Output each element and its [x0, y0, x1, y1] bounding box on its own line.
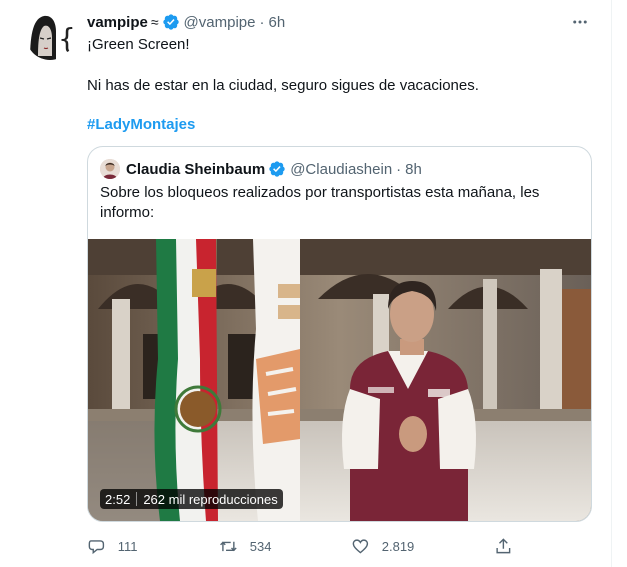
- name-emoji: ≈: [150, 14, 159, 30]
- reply-icon: [88, 539, 105, 554]
- timestamp[interactable]: 6h: [268, 14, 285, 31]
- heart-icon: [352, 539, 369, 554]
- separator-dot: ·: [259, 13, 265, 31]
- video-thumbnail: [88, 239, 591, 521]
- share-icon: [496, 537, 511, 553]
- quoted-tweet-header: Claudia Sheinbaum @Claudiashein · 8h: [100, 159, 422, 179]
- video-duration: 2:52: [105, 491, 131, 507]
- tweet[interactable]: { vampipe ≈ @vampipe · 6h ¡Green Screen!…: [0, 0, 612, 567]
- like-button[interactable]: 2.819: [351, 534, 414, 558]
- verified-badge-icon: [269, 161, 285, 177]
- reply-button[interactable]: 111: [87, 534, 138, 558]
- reply-count: 111: [117, 538, 138, 554]
- video-info-badge: 2:52 262 mil reproducciones: [100, 489, 283, 509]
- quoted-display-name[interactable]: Claudia Sheinbaum: [126, 161, 265, 178]
- share-button[interactable]: [494, 534, 513, 558]
- retweet-count: 534: [249, 538, 272, 554]
- badge-divider: [136, 492, 138, 506]
- quoted-timestamp[interactable]: 8h: [405, 161, 422, 178]
- tweet-text-line-1: ¡Green Screen!: [87, 36, 190, 53]
- avatar[interactable]: {: [26, 12, 74, 60]
- quoted-tweet[interactable]: Claudia Sheinbaum @Claudiashein · 8h Sob…: [87, 146, 592, 522]
- svg-text:{: {: [58, 22, 74, 55]
- tweet-text-line-2: Ni has de estar en la ciudad, seguro sig…: [87, 77, 479, 94]
- quoted-avatar-image: [100, 159, 120, 179]
- handle[interactable]: @vampipe: [184, 14, 256, 31]
- hashtag-link[interactable]: #LadyMontajes: [87, 115, 195, 135]
- verified-badge-icon: [162, 14, 179, 30]
- quoted-tweet-text: Sobre los bloqueos realizados por transp…: [100, 184, 540, 221]
- tweet-header: vampipe ≈ @vampipe · 6h: [87, 12, 285, 32]
- more-icon: [573, 20, 587, 24]
- like-count: 2.819: [381, 538, 415, 554]
- retweet-icon: [220, 541, 237, 551]
- quoted-handle[interactable]: @Claudiashein: [290, 161, 392, 178]
- video-player[interactable]: 2:52 262 mil reproducciones: [88, 239, 591, 521]
- retweet-button[interactable]: 534: [219, 534, 271, 558]
- separator-dot: ·: [396, 160, 402, 178]
- more-options-button[interactable]: [567, 10, 593, 34]
- tweet-actions: 111 534 2.819: [87, 534, 517, 558]
- video-views: 262 mil reproducciones: [143, 491, 278, 507]
- avatar-image: {: [26, 12, 74, 60]
- quoted-avatar: [100, 159, 120, 179]
- display-name[interactable]: vampipe: [87, 14, 148, 31]
